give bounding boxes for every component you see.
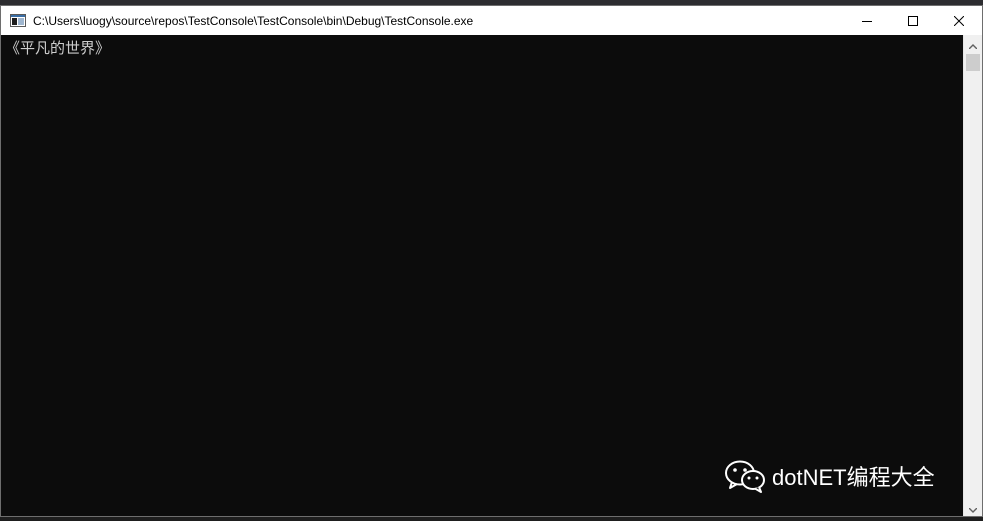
minimize-button[interactable] <box>844 6 890 35</box>
window-controls <box>844 6 982 35</box>
maximize-button[interactable] <box>890 6 936 35</box>
maximize-icon <box>908 11 918 30</box>
scroll-up-button[interactable] <box>964 35 982 52</box>
close-icon <box>953 11 965 30</box>
console-app-icon <box>10 13 26 29</box>
chevron-up-icon <box>968 34 978 53</box>
window-title: C:\Users\luogy\source\repos\TestConsole\… <box>33 13 474 28</box>
watermark: dotNET编程大全 <box>724 459 935 493</box>
vertical-scrollbar[interactable] <box>963 35 982 516</box>
close-button[interactable] <box>936 6 982 35</box>
console-window: C:\Users\luogy\source\repos\TestConsole\… <box>0 5 983 517</box>
minimize-icon <box>862 11 872 30</box>
title-bar[interactable]: C:\Users\luogy\source\repos\TestConsole\… <box>1 6 982 35</box>
chevron-down-icon <box>968 498 978 517</box>
scroll-down-button[interactable] <box>964 499 982 516</box>
background-strip-bottom <box>0 517 983 521</box>
wechat-icon <box>724 459 766 493</box>
console-output-line: 《平凡的世界》 <box>5 39 111 57</box>
scrollbar-thumb[interactable] <box>966 54 980 71</box>
console-output-area[interactable]: 《平凡的世界》 <box>1 35 963 516</box>
watermark-text: dotNET编程大全 <box>772 465 935 490</box>
